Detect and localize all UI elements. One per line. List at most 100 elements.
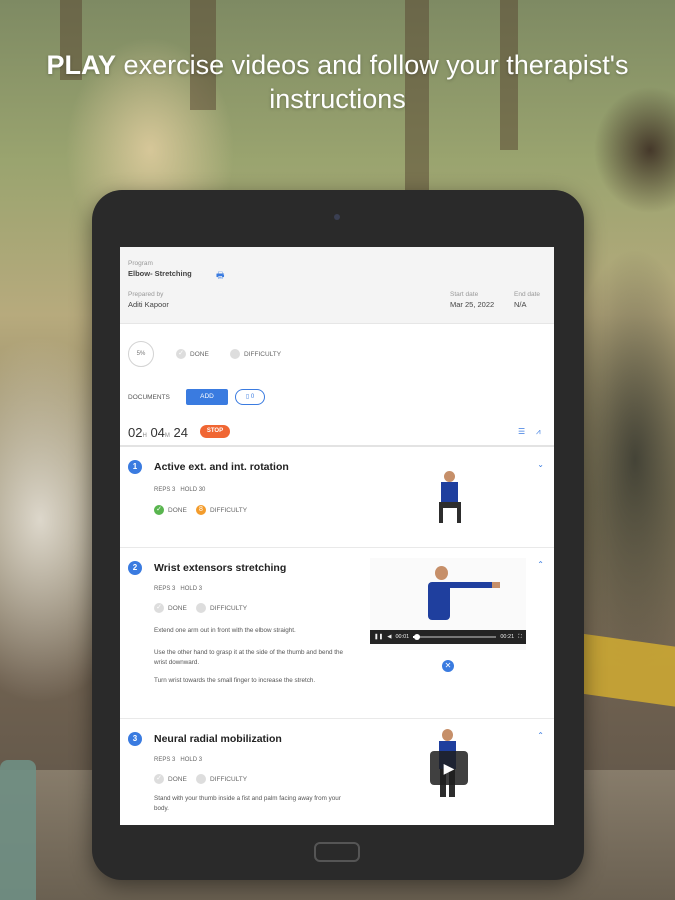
start-date-label: Start date <box>450 291 479 298</box>
chevron-up-icon[interactable]: ⌃ <box>537 560 544 569</box>
reps-value: 3 <box>172 757 176 763</box>
hold-label: HOLD <box>180 757 198 763</box>
difficulty-icon <box>196 603 206 613</box>
documents-label: DOCUMENTS <box>128 394 170 401</box>
start-date-value: Mar 25, 2022 <box>450 300 495 309</box>
step-text: Turn wrist towards the small finger to i… <box>154 677 316 684</box>
list-view-icon[interactable]: ☰ <box>518 427 525 436</box>
difficulty-icon <box>230 349 240 359</box>
difficulty-toggle[interactable]: 8 DIFFICULTY <box>196 505 247 515</box>
exercise-card-1[interactable]: 1 Active ext. and int. rotation ⌄ REPS 3… <box>120 447 554 547</box>
promo-headline: PLAY exercise videos and follow your the… <box>0 48 675 116</box>
documents-count-toggle[interactable]: ▯ 0 <box>235 389 265 405</box>
video-seek-bar[interactable] <box>413 634 497 640</box>
camera-dot <box>334 214 340 220</box>
program-name: Elbow- Stretching <box>128 269 192 278</box>
hold-value: 3 <box>198 586 203 592</box>
difficulty-badge: 8 <box>196 505 206 515</box>
prepared-by-value: Aditi Kapoor <box>128 300 169 309</box>
difficulty-icon <box>196 774 206 784</box>
done-label: DONE <box>168 604 187 612</box>
exercise-params: REPS 3 HOLD 30 <box>154 487 205 493</box>
exercise-number: 1 <box>128 460 142 474</box>
progress-row: 5% ✓ DONE DIFFICULTY <box>128 341 548 371</box>
video-controls: ❚❚ ◀ 00:01 00:21 ⛶ <box>370 630 526 644</box>
exercise-title: Active ext. and int. rotation <box>154 461 289 473</box>
done-check-icon: ✓ <box>154 774 164 784</box>
print-icon[interactable]: 🖶 <box>216 268 225 284</box>
timer-h-unit: H <box>142 433 147 439</box>
done-label: DONE <box>190 350 209 358</box>
done-label: DONE <box>168 506 187 514</box>
exercise-title: Neural radial mobilization <box>154 733 282 745</box>
exercise-thumbnail[interactable] <box>420 467 480 527</box>
home-button[interactable] <box>314 842 360 862</box>
hold-value: 30 <box>198 487 206 493</box>
reps-label: REPS <box>154 487 171 493</box>
headline-rest: exercise videos and follow your therapis… <box>116 50 629 114</box>
exercise-title: Wrist extensors stretching <box>154 562 287 574</box>
done-toggle[interactable]: ✓ DONE <box>154 505 187 515</box>
reps-label: REPS <box>154 586 171 592</box>
document-icon: ▯ <box>245 394 250 400</box>
difficulty-label: DIFFICULTY <box>210 775 248 783</box>
chart-icon[interactable]: ⩘ <box>536 427 541 437</box>
chevron-up-icon[interactable]: ⌃ <box>537 731 544 740</box>
done-check-icon: ✓ <box>154 505 164 515</box>
difficulty-label: DIFFICULTY <box>244 350 282 358</box>
exercise-number: 3 <box>128 732 142 746</box>
progress-circle: 5% <box>128 341 154 367</box>
volume-icon[interactable]: ◀ <box>387 634 391 640</box>
timer-seconds: 24 <box>173 425 188 440</box>
program-label: Program <box>128 260 153 267</box>
done-toggle[interactable]: ✓ DONE <box>176 349 209 359</box>
timer-m-unit: M <box>164 433 170 439</box>
timer-hours: 02 <box>128 425 143 440</box>
reps-label: REPS <box>154 757 171 763</box>
difficulty-value: 8 <box>199 506 203 513</box>
fullscreen-icon[interactable]: ⛶ <box>518 634 522 641</box>
end-date-label: End date <box>514 291 541 298</box>
exercise-params: REPS 3 HOLD 3 <box>154 757 202 763</box>
reps-value: 3 <box>172 586 176 592</box>
step-text: Stand with your thumb inside a fist and … <box>154 795 341 812</box>
video-current-time: 00:01 <box>395 634 410 640</box>
difficulty-toggle[interactable]: DIFFICULTY <box>196 774 247 784</box>
exercise-params: REPS 3 HOLD 3 <box>154 586 202 592</box>
stop-button[interactable]: STOP <box>200 425 230 438</box>
exercise-card-2[interactable]: 2 Wrist extensors stretching ⌃ REPS 3 HO… <box>120 548 554 718</box>
pause-icon[interactable]: ❚❚ <box>374 634 383 640</box>
session-timer: 02H 04M 24 <box>128 425 188 440</box>
reps-value: 3 <box>172 487 176 493</box>
chevron-down-icon[interactable]: ⌄ <box>537 460 544 469</box>
timer-minutes: 04 <box>150 425 165 440</box>
end-date-value: N/A <box>514 300 527 309</box>
prepared-by-label: Prepared by <box>128 291 164 298</box>
program-header: Program Elbow- Stretching 🖶 Prepared by … <box>120 247 554 324</box>
difficulty-label: DIFFICULTY <box>210 604 248 612</box>
difficulty-toggle[interactable]: DIFFICULTY <box>230 349 281 359</box>
video-thumbnail[interactable]: ▶ <box>420 725 480 825</box>
add-document-button[interactable]: ADD <box>186 389 228 405</box>
video-duration: 00:21 <box>500 634 515 640</box>
app-screen: Program Elbow- Stretching 🖶 Prepared by … <box>120 247 554 825</box>
close-icon[interactable]: ✕ <box>442 660 454 672</box>
step-text: Use the other hand to grasp it at the si… <box>154 649 344 666</box>
video-player[interactable]: ❚❚ ◀ 00:01 00:21 ⛶ <box>370 558 526 650</box>
hold-label: HOLD <box>180 586 198 592</box>
hold-value: 3 <box>198 757 203 763</box>
play-icon[interactable]: ▶ <box>430 751 468 785</box>
done-label: DONE <box>168 775 187 783</box>
done-check-icon: ✓ <box>176 349 186 359</box>
video-seek-knob[interactable] <box>414 634 421 640</box>
headline-strong: PLAY <box>46 50 117 80</box>
done-toggle[interactable]: ✓ DONE <box>154 774 187 784</box>
tablet-device: Program Elbow- Stretching 🖶 Prepared by … <box>92 190 584 880</box>
difficulty-toggle[interactable]: DIFFICULTY <box>196 603 247 613</box>
exercise-card-3[interactable]: 3 Neural radial mobilization ⌃ REPS 3 HO… <box>120 719 554 825</box>
done-check-icon: ✓ <box>154 603 164 613</box>
step-text: Extend one arm out in front with the elb… <box>154 627 296 634</box>
done-toggle[interactable]: ✓ DONE <box>154 603 187 613</box>
hold-label: HOLD <box>180 487 198 493</box>
documents-count: 0 <box>250 394 255 400</box>
